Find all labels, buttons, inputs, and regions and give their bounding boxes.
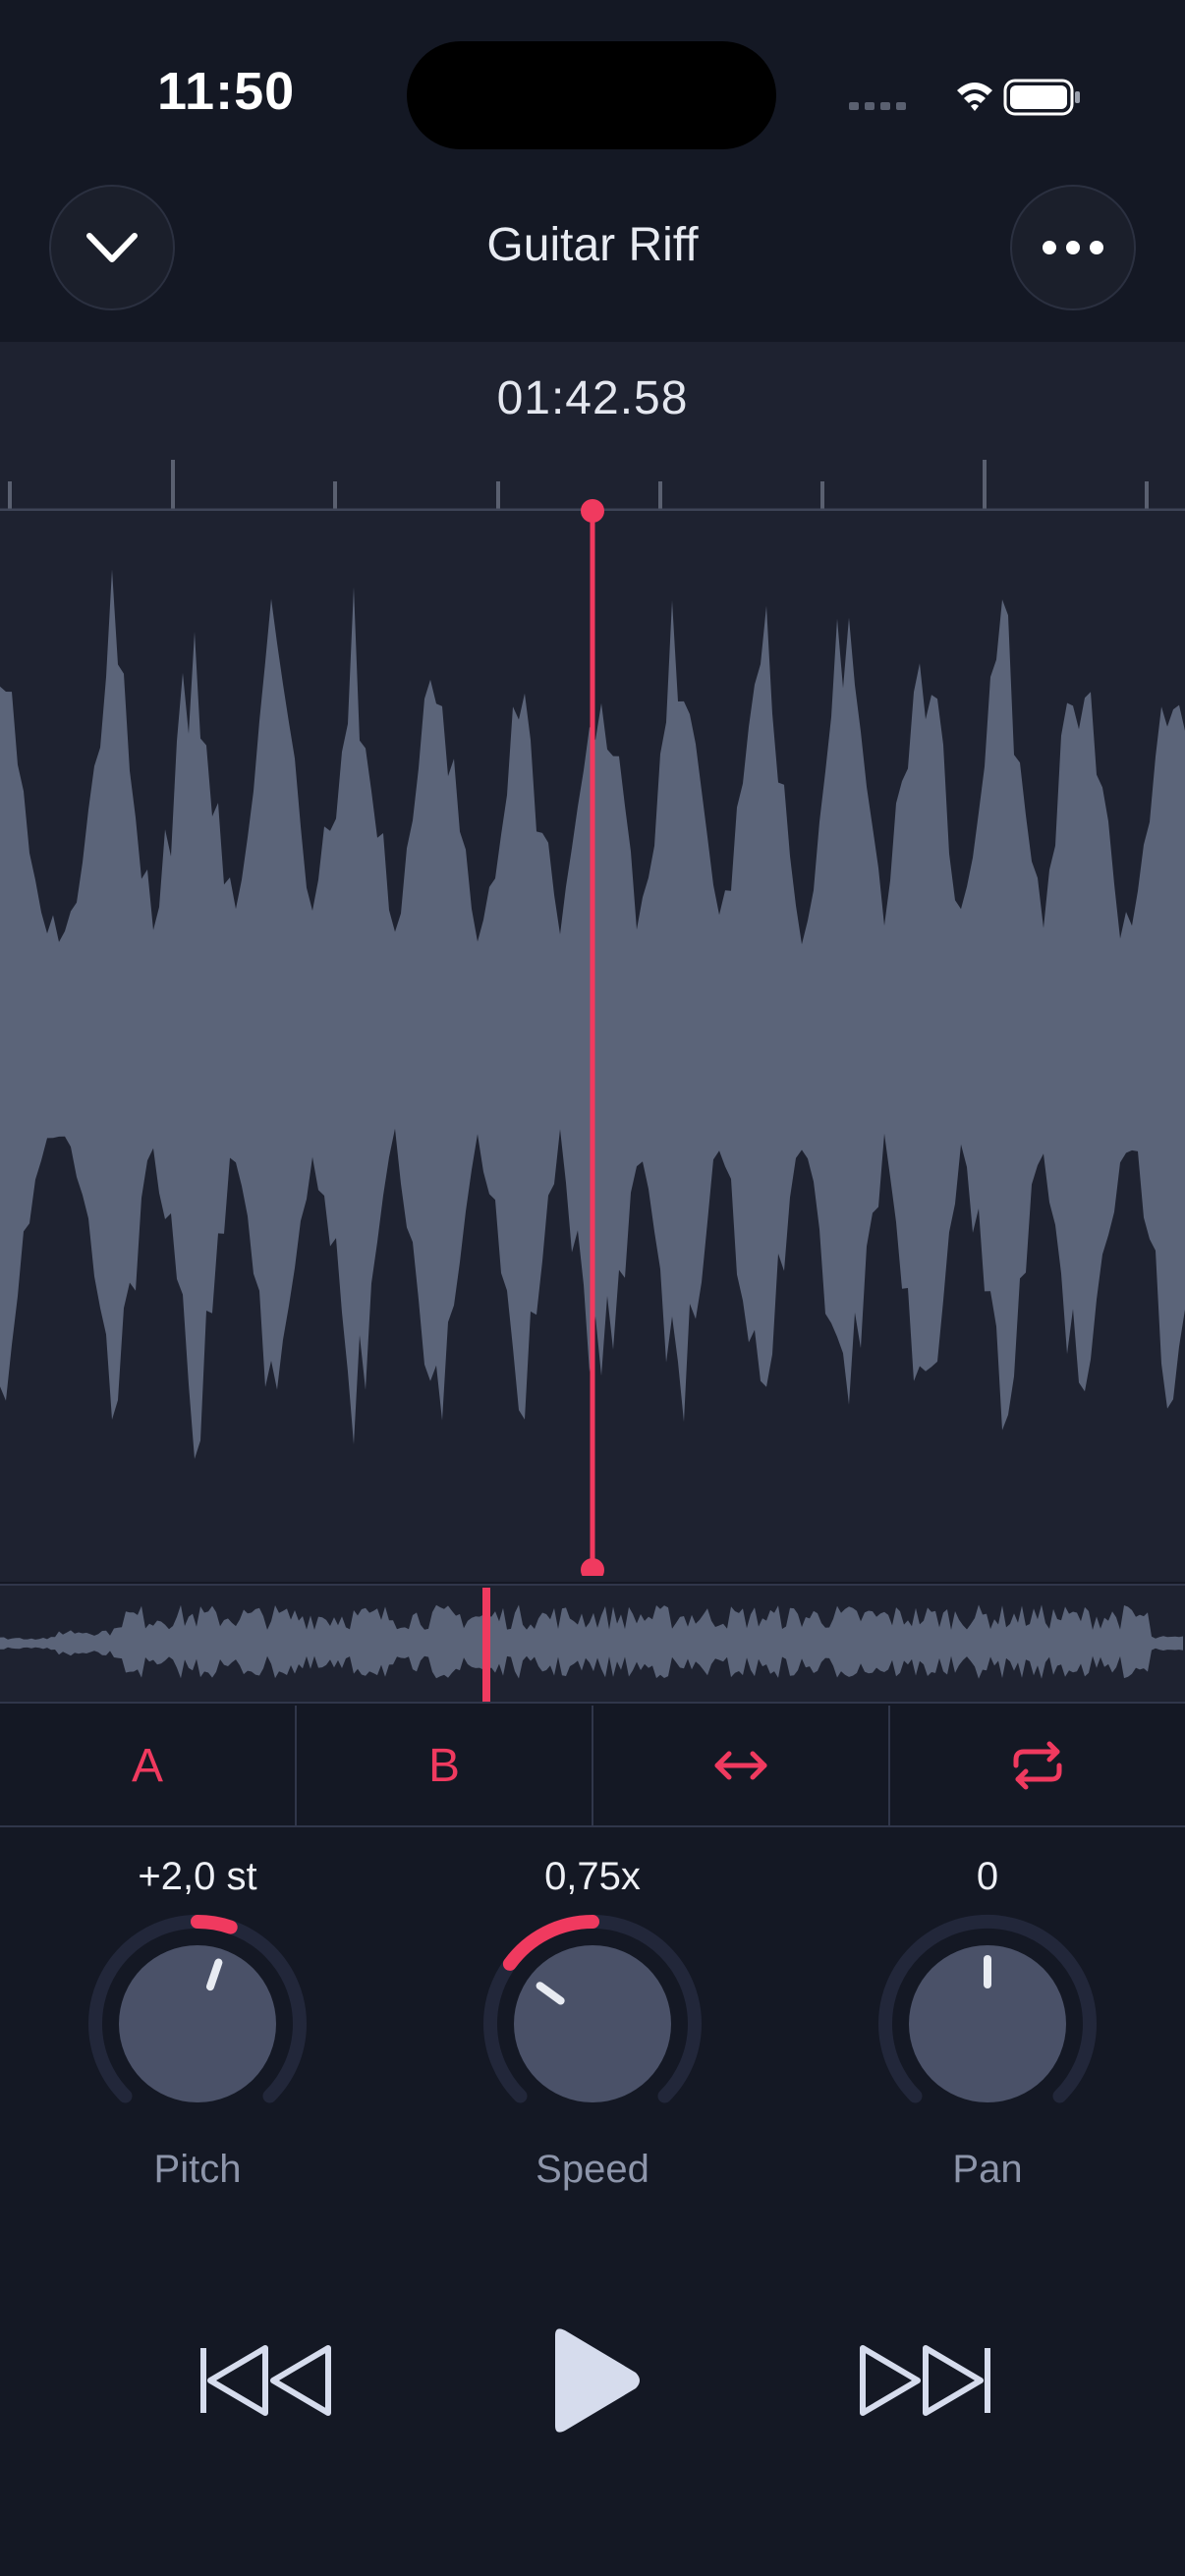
play-button[interactable] [531, 2319, 654, 2442]
overview-strip[interactable] [0, 1584, 1185, 1704]
pitch-value: +2,0 st [138, 1855, 257, 1898]
more-options-button[interactable] [1010, 185, 1136, 310]
speed-value: 0,75x [544, 1855, 641, 1898]
set-b-button[interactable]: B [295, 1706, 592, 1825]
status-time: 11:50 [157, 62, 296, 121]
playhead[interactable] [576, 497, 609, 1576]
dynamic-island [407, 41, 776, 149]
player-screen: 11:50 Guitar Riff 01:42.58 A B +2,0 st P… [0, 0, 1185, 2576]
more-icon [1043, 241, 1103, 254]
trim-button[interactable] [592, 1706, 888, 1825]
loop-button[interactable] [888, 1706, 1185, 1825]
overview-position-marker [482, 1588, 490, 1702]
pitch-control[interactable]: +2,0 st Pitch [0, 1847, 395, 2192]
play-icon [555, 2328, 640, 2433]
rewind-icon [200, 2345, 331, 2416]
track-title: Guitar Riff [486, 219, 699, 271]
set-a-button[interactable]: A [0, 1706, 295, 1825]
rewind-button[interactable] [187, 2328, 344, 2433]
knob-value-arc [191, 1914, 238, 1934]
fast-forward-button[interactable] [847, 2328, 1004, 2433]
speed-control[interactable]: 0,75x Speed [395, 1847, 790, 2192]
pan-value: 0 [976, 1855, 999, 1898]
pan-knob[interactable] [870, 1906, 1105, 2142]
speed-knob[interactable] [475, 1906, 710, 2142]
pitch-knob[interactable] [80, 1906, 315, 2142]
b-label: B [427, 1739, 460, 1792]
pan-control[interactable]: 0 Pan [790, 1847, 1185, 2192]
signal-icon [849, 102, 906, 110]
wifi-icon [957, 83, 992, 111]
a-label: A [131, 1739, 163, 1792]
fast-forward-icon [860, 2345, 990, 2416]
loop-controls: A B [0, 1706, 1185, 1827]
speed-label: Speed [536, 2148, 649, 2191]
battery-icon [1003, 79, 1080, 116]
knob-body [514, 1945, 671, 2102]
pitch-label: Pitch [153, 2148, 242, 2191]
current-time: 01:42.58 [496, 372, 689, 424]
repeat-icon [1013, 1741, 1062, 1790]
pan-label: Pan [952, 2148, 1023, 2191]
status-indicators [849, 79, 1080, 116]
overview-waveform [0, 1588, 1183, 1702]
arrows-horizontal-icon [714, 1751, 767, 1780]
knob-body [119, 1945, 276, 2102]
